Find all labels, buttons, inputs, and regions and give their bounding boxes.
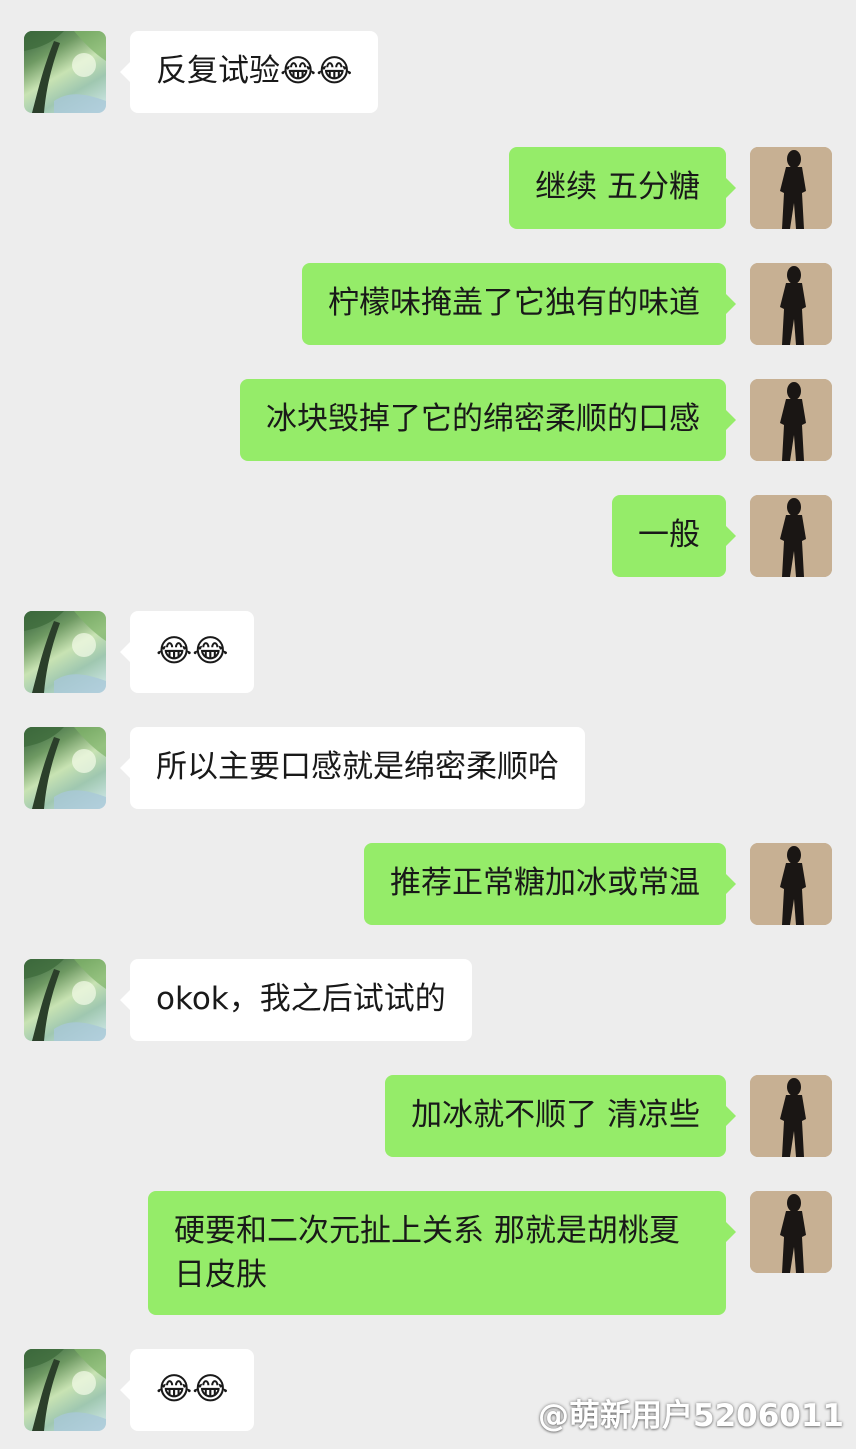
contact-avatar[interactable]	[24, 1349, 106, 1431]
message-bubble-received[interactable]: 反复试验😂😂	[119, 31, 379, 113]
contact-avatar[interactable]	[24, 959, 106, 1041]
self-avatar[interactable]	[750, 843, 832, 925]
forest-icon	[24, 727, 106, 809]
chat-area: 反复试验😂😂 继续 五分糖 柠檬味掩盖了它独有的味道 冰块毁掉了它的绵密柔顺的口…	[0, 0, 856, 1449]
message-bubble-sent[interactable]: 柠檬味掩盖了它独有的味道	[302, 263, 736, 345]
message-bubble-sent[interactable]: 推荐正常糖加冰或常温	[364, 843, 736, 925]
message-text: 推荐正常糖加冰或常温	[390, 865, 700, 901]
silhouette-icon	[750, 1191, 832, 1273]
self-avatar[interactable]	[750, 1191, 832, 1273]
message-text: 反复试验😂😂	[156, 53, 353, 89]
silhouette-icon	[750, 379, 832, 461]
silhouette-icon	[750, 843, 832, 925]
message-bubble-sent[interactable]: 继续 五分糖	[509, 147, 736, 229]
message-text: 加冰就不顺了 清凉些	[411, 1097, 700, 1133]
message-bubble-received[interactable]: 所以主要口感就是绵密柔顺哈	[120, 727, 585, 809]
message-text: 所以主要口感就是绵密柔顺哈	[156, 749, 559, 785]
contact-avatar[interactable]	[24, 31, 106, 113]
message-text: 😂😂	[156, 633, 229, 669]
self-avatar[interactable]	[750, 263, 832, 345]
message-text: 一般	[638, 517, 700, 553]
silhouette-icon	[750, 147, 832, 229]
self-avatar[interactable]	[750, 147, 832, 229]
silhouette-icon	[750, 1075, 832, 1157]
forest-icon	[24, 959, 106, 1041]
message-bubble-sent[interactable]: 冰块毁掉了它的绵密柔顺的口感	[240, 379, 736, 461]
message-bubble-received[interactable]: 😂😂	[119, 611, 255, 693]
self-avatar[interactable]	[750, 495, 832, 577]
message-text: 继续 五分糖	[535, 169, 700, 205]
message-bubble-received[interactable]: okok，我之后试试的	[120, 959, 472, 1041]
contact-avatar[interactable]	[24, 727, 106, 809]
message-bubble-sent[interactable]: 一般	[612, 495, 736, 577]
message-text: 柠檬味掩盖了它独有的味道	[328, 285, 700, 321]
watermark-text: @萌新用户5206011	[538, 1398, 844, 1434]
message-text: 冰块毁掉了它的绵密柔顺的口感	[266, 401, 700, 437]
forest-icon	[24, 1349, 106, 1431]
self-avatar[interactable]	[750, 1075, 832, 1157]
silhouette-icon	[750, 263, 832, 345]
self-avatar[interactable]	[750, 379, 832, 461]
contact-avatar[interactable]	[24, 611, 106, 693]
silhouette-icon	[750, 495, 832, 577]
message-text: 😂😂	[156, 1371, 229, 1407]
message-bubble-sent[interactable]: 加冰就不顺了 清凉些	[385, 1075, 736, 1157]
message-text: 硬要和二次元扯上关系 那就是胡桃夏日皮肤	[174, 1213, 680, 1293]
forest-icon	[24, 31, 106, 113]
watermark: @萌新用户5206011	[538, 1390, 844, 1435]
forest-icon	[24, 611, 106, 693]
message-text: okok，我之后试试的	[156, 981, 446, 1017]
message-bubble-sent[interactable]: 硬要和二次元扯上关系 那就是胡桃夏日皮肤	[148, 1191, 736, 1315]
message-bubble-received[interactable]: 😂😂	[119, 1349, 255, 1431]
